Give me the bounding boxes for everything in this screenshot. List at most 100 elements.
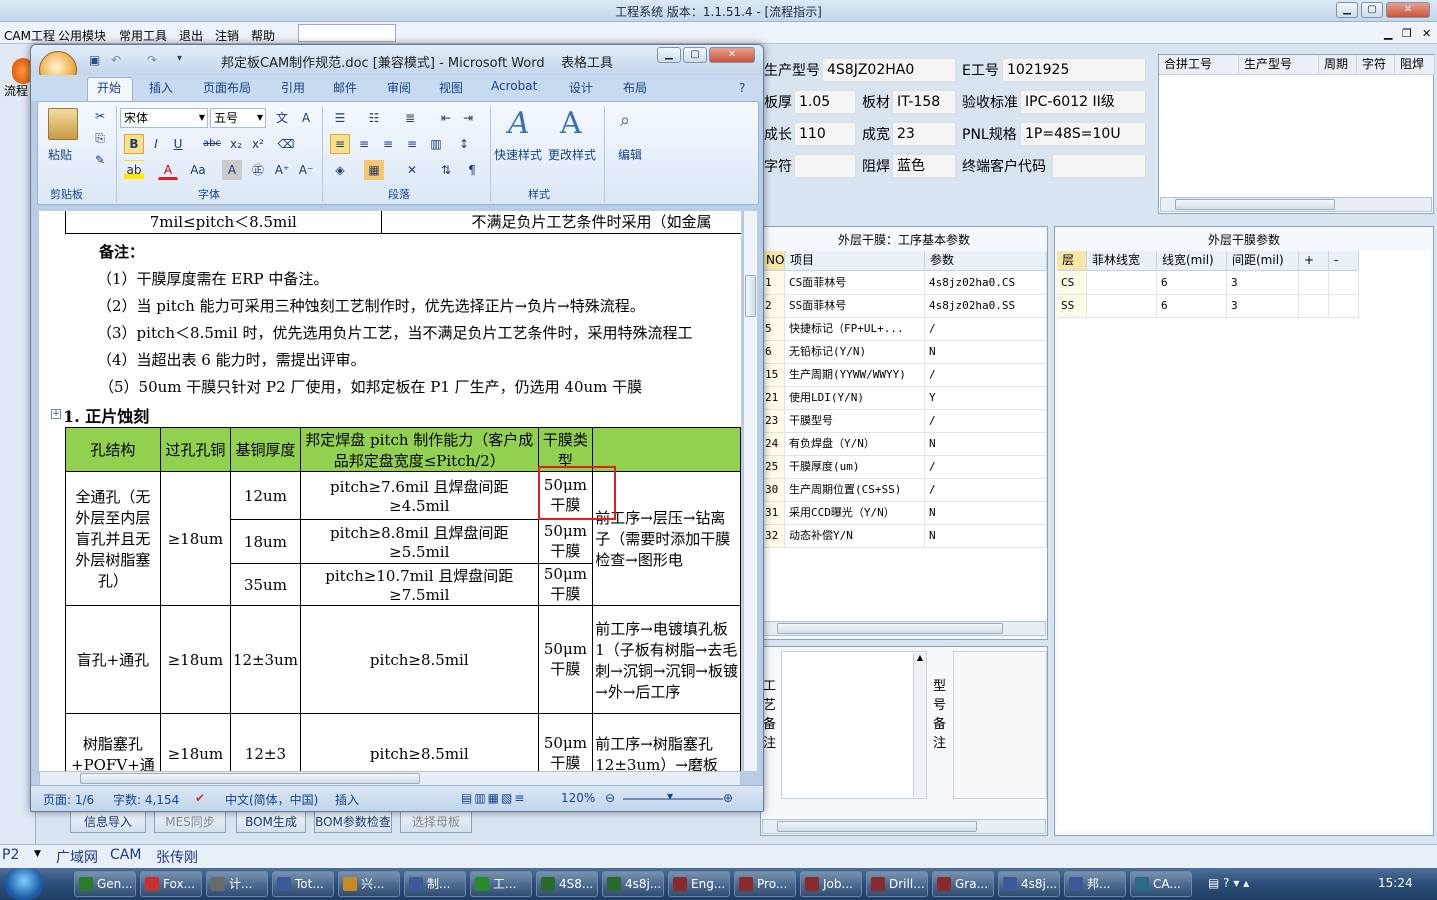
quick-style-icon[interactable]: A (508, 106, 530, 141)
change-style-button[interactable]: 更改样式 (548, 146, 596, 163)
width-field[interactable]: 23 (892, 122, 956, 146)
doc-hscroll[interactable] (39, 771, 741, 786)
taskbar-item-4[interactable]: 兴... (338, 871, 400, 897)
zoom-out-icon[interactable]: ⊖ (605, 791, 615, 805)
merge-hscroll[interactable] (1160, 197, 1432, 212)
fp-col-plus[interactable]: + (1299, 251, 1329, 271)
fb-cell-2-2[interactable]: / (925, 318, 1047, 341)
fb-cell-7-1[interactable]: 有负焊盘（Y/N） (785, 433, 925, 456)
fp-cell-0-1[interactable] (1087, 272, 1157, 295)
edit-button[interactable]: 编辑 (618, 146, 642, 163)
fb-cell-8-1[interactable]: 干膜厚度(um) (785, 456, 925, 479)
paste-icon[interactable] (48, 108, 78, 140)
fp-col-layer[interactable]: 层 (1057, 251, 1087, 271)
fb-col-item[interactable]: 项目 (785, 251, 925, 271)
shrink-font-icon[interactable]: A⁻ (296, 160, 316, 180)
font-size-select[interactable]: 五号 ▼ (210, 108, 266, 128)
font-name-select[interactable]: 宋体 ▼ (120, 108, 208, 128)
status-page[interactable]: 页面: 1/6 (43, 791, 94, 808)
doc-vscroll[interactable] (743, 211, 757, 771)
mdi-minimize-icon[interactable]: ▁ (1384, 27, 1392, 40)
fp-cell-1-5[interactable] (1329, 295, 1359, 318)
fb-cell-9-1[interactable]: 生产周期位置(CS+SS) (785, 479, 925, 502)
film-basic-hscroll[interactable] (762, 621, 1046, 636)
fp-cell-1-3[interactable]: 3 (1227, 295, 1299, 318)
maximize-icon[interactable]: ▢ (1361, 2, 1383, 18)
fb-cell-5-1[interactable]: 使用LDI(Y/N) (785, 387, 925, 410)
menu-help[interactable]: 帮助 (251, 27, 275, 44)
quick-style-button[interactable]: 快速样式 (494, 146, 542, 163)
bom-check-button[interactable]: BOM参数检查 (314, 811, 392, 833)
fp-cell-1-0[interactable]: SS (1057, 295, 1087, 318)
line-spacing-icon[interactable]: ↕ (454, 134, 474, 154)
fb-cell-4-2[interactable]: / (925, 364, 1047, 387)
clear-format-icon[interactable]: ⌫ (276, 134, 296, 154)
mat-field[interactable]: IT-158 (892, 90, 956, 114)
fb-col-param[interactable]: 参数 (925, 251, 1047, 271)
fp-cell-0-3[interactable]: 3 (1227, 272, 1299, 295)
tab-acrobat[interactable]: Acrobat (491, 79, 537, 93)
copy-icon[interactable]: ⎘ (90, 128, 110, 148)
status-zoom[interactable]: 120% (561, 791, 595, 805)
subscript-icon[interactable]: x₂ (226, 134, 246, 154)
fb-cell-4-1[interactable]: 生产周期(YYWW/WWYY) (785, 364, 925, 387)
taskbar-item-11[interactable]: Job... (800, 871, 862, 897)
tab-home[interactable]: 开始 (97, 79, 121, 96)
fp-cell-0-2[interactable]: 6 (1157, 272, 1227, 295)
fb-cell-5-0[interactable]: 21 (761, 387, 785, 410)
fp-col-space[interactable]: 间距(mil) (1227, 251, 1299, 271)
fp-cell-1-2[interactable]: 6 (1157, 295, 1227, 318)
taskbar-item-15[interactable]: 邦... (1064, 871, 1126, 897)
borders-icon[interactable]: ▦ (364, 160, 384, 180)
select-board-button[interactable]: 选择母板 (400, 811, 472, 833)
taskbar-item-10[interactable]: Pro... (734, 871, 796, 897)
cust-field[interactable] (1052, 154, 1146, 178)
fb-cell-2-1[interactable]: 快捷标记（FP+UL+... (785, 318, 925, 341)
mes-sync-button[interactable]: MES同步 (154, 811, 226, 833)
fp-cell-1-4[interactable] (1299, 295, 1329, 318)
fb-cell-0-1[interactable]: CS面菲林号 (785, 272, 925, 295)
distributed-icon[interactable]: ▥ (426, 134, 446, 154)
menu-cam[interactable]: CAM工程 (4, 27, 55, 44)
decrease-indent-icon[interactable]: ⇤ (436, 108, 456, 128)
mask-field[interactable]: 蓝色 (892, 154, 956, 178)
align-right-icon[interactable]: ≡ (378, 134, 398, 154)
highlight-icon[interactable]: ab (124, 160, 144, 180)
model-note-field[interactable] (953, 651, 1047, 799)
align-left-icon[interactable]: ≡ (330, 134, 350, 154)
notes-hscroll[interactable] (762, 819, 1046, 834)
redo-icon[interactable]: ↷ (147, 53, 157, 67)
taskbar-item-12[interactable]: Drill... (866, 871, 928, 897)
zoom-thumb-icon[interactable]: ▾ (667, 789, 673, 803)
e-field[interactable]: 1021925 (1002, 58, 1146, 82)
len-field[interactable]: 110 (794, 122, 856, 146)
format-painter-icon[interactable]: ✎ (90, 150, 110, 170)
paste-button[interactable]: 粘贴 (48, 146, 72, 163)
char-field[interactable] (794, 154, 856, 178)
fp-col-film-width[interactable]: 菲林线宽 (1087, 251, 1157, 271)
numbering-icon[interactable]: ☷ (364, 108, 384, 128)
fb-cell-2-0[interactable]: 5 (761, 318, 785, 341)
fp-cell-0-0[interactable]: CS (1057, 272, 1087, 295)
status-mode[interactable]: 插入 (335, 791, 359, 808)
font-color-icon[interactable]: A (158, 160, 178, 180)
view-buttons-icon[interactable]: ▤▥▦▧≡ (461, 791, 526, 805)
fb-cell-4-0[interactable]: 15 (761, 364, 785, 387)
bold-icon[interactable]: B (124, 134, 144, 154)
char-shading-icon[interactable]: A (222, 160, 242, 180)
bullets-icon[interactable]: ☰ (330, 108, 350, 128)
word-minimize-icon[interactable]: ▁ (657, 47, 681, 63)
taskbar-item-2[interactable]: 计... (206, 871, 268, 897)
bom-generate-button[interactable]: BOM生成 (236, 811, 306, 833)
fp-col-minus[interactable]: - (1329, 251, 1359, 271)
save-icon[interactable]: ▣ (89, 53, 100, 67)
fb-cell-10-0[interactable]: 31 (761, 502, 785, 525)
fb-cell-10-1[interactable]: 采用CCD曝光（Y/N） (785, 502, 925, 525)
phonetic-icon[interactable]: 文 (272, 108, 292, 128)
tab-mailings[interactable]: 邮件 (333, 79, 357, 96)
shading-icon[interactable]: ◈ (330, 160, 350, 180)
minimize-icon[interactable]: ▁ (1336, 2, 1358, 18)
justify-icon[interactable]: ≡ (402, 134, 422, 154)
fp-col-line[interactable]: 线宽(mil) (1157, 251, 1227, 271)
menu-common-module[interactable]: 公用模块 (58, 27, 106, 44)
